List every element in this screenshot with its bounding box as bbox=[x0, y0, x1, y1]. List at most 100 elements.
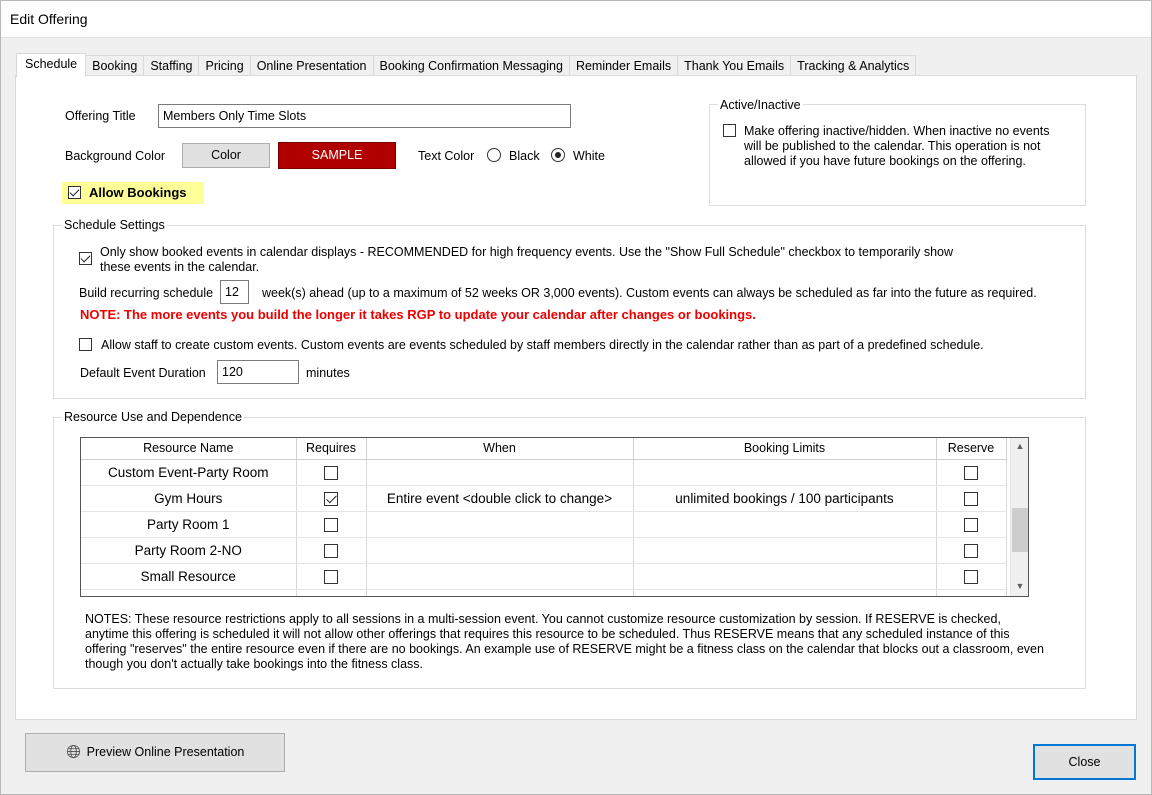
partial-row-cell bbox=[81, 589, 297, 596]
when-cell[interactable] bbox=[366, 537, 634, 564]
default-duration-input[interactable]: 120 bbox=[217, 360, 299, 384]
globe-icon bbox=[66, 744, 80, 759]
allow-bookings-label: Allow Bookings bbox=[89, 185, 187, 200]
col-when[interactable]: When bbox=[366, 438, 634, 460]
offering-title-input[interactable]: Members Only Time Slots bbox=[158, 104, 571, 128]
scroll-up-icon[interactable]: ▲ bbox=[1011, 438, 1028, 455]
scroll-down-icon[interactable]: ▼ bbox=[1011, 578, 1028, 595]
text-color-white-radio[interactable] bbox=[551, 148, 565, 162]
inactive-text-3: allowed if you have future bookings on t… bbox=[744, 154, 1026, 168]
tab-online-presentation[interactable]: Online Presentation bbox=[249, 55, 374, 76]
resource-name-cell[interactable]: Gym Hours bbox=[81, 485, 297, 512]
partial-row-cell bbox=[366, 589, 634, 596]
resource-name-cell[interactable]: Party Room 2-NO bbox=[81, 537, 297, 564]
preview-button-label: Preview Online Presentation bbox=[86, 745, 245, 759]
resource-grid[interactable]: Resource Name Requires When Booking Limi… bbox=[80, 437, 1029, 597]
table-row[interactable]: Party Room 1 bbox=[81, 511, 1007, 538]
text-color-label: Text Color bbox=[418, 149, 475, 163]
only-booked-checkbox[interactable] bbox=[79, 252, 92, 265]
schedule-settings-title: Schedule Settings bbox=[62, 218, 167, 232]
reserve-cell[interactable] bbox=[936, 485, 1007, 512]
requires-cell[interactable] bbox=[296, 485, 367, 512]
scroll-thumb[interactable] bbox=[1012, 508, 1028, 552]
resource-name-cell[interactable]: Party Room 1 bbox=[81, 511, 297, 538]
tab-tracking-analytics[interactable]: Tracking & Analytics bbox=[790, 55, 917, 76]
tab-thank-you-emails[interactable]: Thank You Emails bbox=[677, 55, 792, 76]
close-button[interactable]: Close bbox=[1033, 744, 1136, 780]
inactive-text-2: will be published to the calendar. This … bbox=[744, 139, 1041, 153]
resource-notes-1: NOTES: These resource restrictions apply… bbox=[85, 612, 1001, 626]
when-cell[interactable]: Entire event <double click to change> bbox=[366, 485, 634, 512]
tab-staffing[interactable]: Staffing bbox=[143, 55, 200, 76]
reserve-checkbox[interactable] bbox=[964, 465, 978, 480]
when-cell[interactable] bbox=[366, 511, 634, 538]
booking-limits-cell[interactable] bbox=[633, 537, 937, 564]
allow-bookings-checkbox[interactable] bbox=[68, 186, 81, 199]
offering-title-label: Offering Title bbox=[65, 109, 136, 123]
allow-staff-checkbox[interactable] bbox=[79, 338, 92, 351]
resource-name-cell[interactable]: Small Resource bbox=[81, 563, 297, 590]
booking-limits-cell[interactable] bbox=[633, 459, 937, 486]
color-sample: SAMPLE bbox=[278, 142, 396, 169]
col-resource-name[interactable]: Resource Name bbox=[81, 438, 297, 460]
preview-online-presentation-button[interactable]: Preview Online Presentation bbox=[25, 733, 285, 772]
build-weeks-input[interactable]: 12 bbox=[220, 280, 249, 304]
color-button[interactable]: Color bbox=[182, 143, 270, 168]
partial-row-cell bbox=[296, 589, 367, 596]
allow-staff-label: Allow staff to create custom events. Cus… bbox=[101, 338, 984, 352]
table-row[interactable]: Small Resource bbox=[81, 563, 1007, 590]
tab-booking-confirmation-messaging[interactable]: Booking Confirmation Messaging bbox=[372, 55, 570, 76]
requires-cell[interactable] bbox=[296, 537, 367, 564]
requires-cell[interactable] bbox=[296, 511, 367, 538]
tab-strip: Schedule Booking Staffing Pricing Online… bbox=[16, 53, 917, 77]
tab-pricing[interactable]: Pricing bbox=[198, 55, 251, 76]
requires-cell[interactable] bbox=[296, 563, 367, 590]
title-bar: Edit Offering bbox=[0, 0, 1152, 38]
text-color-black-radio[interactable] bbox=[487, 148, 501, 162]
partial-row-cell bbox=[936, 589, 1007, 596]
col-booking-limits[interactable]: Booking Limits bbox=[633, 438, 937, 460]
default-duration-label: Default Event Duration bbox=[80, 366, 206, 380]
resource-notes-2: anytime this offering is scheduled it wi… bbox=[85, 627, 1010, 641]
resource-notes-3: offering "reserves" the entire resource … bbox=[85, 642, 1044, 656]
background-color-label: Background Color bbox=[65, 149, 166, 163]
table-row[interactable]: Gym Hours Entire event <double click to … bbox=[81, 485, 1007, 512]
table-row[interactable]: Custom Event-Party Room bbox=[81, 459, 1007, 486]
col-reserve[interactable]: Reserve bbox=[936, 438, 1007, 460]
grid-scrollbar[interactable]: ▲ ▼ bbox=[1010, 438, 1028, 596]
reserve-cell[interactable] bbox=[936, 537, 1007, 564]
booking-limits-cell[interactable] bbox=[633, 511, 937, 538]
tab-schedule[interactable]: Schedule bbox=[16, 53, 87, 77]
build-schedule-suffix: week(s) ahead (up to a maximum of 52 wee… bbox=[262, 286, 1037, 300]
requires-checkbox[interactable] bbox=[324, 569, 338, 584]
booking-limits-cell[interactable]: unlimited bookings / 100 participants bbox=[633, 485, 937, 512]
resource-name-cell[interactable]: Custom Event-Party Room bbox=[81, 459, 297, 486]
col-requires[interactable]: Requires bbox=[296, 438, 367, 460]
rebuild-note: NOTE: The more events you build the long… bbox=[80, 307, 756, 322]
when-cell[interactable] bbox=[366, 459, 634, 486]
resource-group-title: Resource Use and Dependence bbox=[62, 410, 244, 424]
requires-checkbox[interactable] bbox=[324, 517, 338, 532]
reserve-cell[interactable] bbox=[936, 511, 1007, 538]
default-duration-suffix: minutes bbox=[306, 366, 350, 380]
tab-booking[interactable]: Booking bbox=[85, 55, 145, 76]
reserve-checkbox[interactable] bbox=[964, 543, 978, 558]
requires-cell[interactable] bbox=[296, 459, 367, 486]
table-row[interactable] bbox=[81, 589, 1007, 596]
requires-checkbox[interactable] bbox=[324, 543, 338, 558]
table-row[interactable]: Party Room 2-NO bbox=[81, 537, 1007, 564]
resource-notes-4: though you don't actually take bookings … bbox=[85, 657, 424, 671]
reserve-checkbox[interactable] bbox=[964, 491, 978, 506]
reserve-checkbox[interactable] bbox=[964, 569, 978, 584]
when-cell[interactable] bbox=[366, 563, 634, 590]
active-inactive-title: Active/Inactive bbox=[718, 98, 803, 112]
reserve-cell[interactable] bbox=[936, 563, 1007, 590]
requires-checkbox[interactable] bbox=[324, 491, 338, 506]
tab-reminder-emails[interactable]: Reminder Emails bbox=[568, 55, 679, 76]
partial-row-cell bbox=[633, 589, 937, 596]
reserve-checkbox[interactable] bbox=[964, 517, 978, 532]
booking-limits-cell[interactable] bbox=[633, 563, 937, 590]
reserve-cell[interactable] bbox=[936, 459, 1007, 486]
requires-checkbox[interactable] bbox=[324, 465, 338, 480]
inactive-checkbox[interactable] bbox=[723, 124, 736, 137]
